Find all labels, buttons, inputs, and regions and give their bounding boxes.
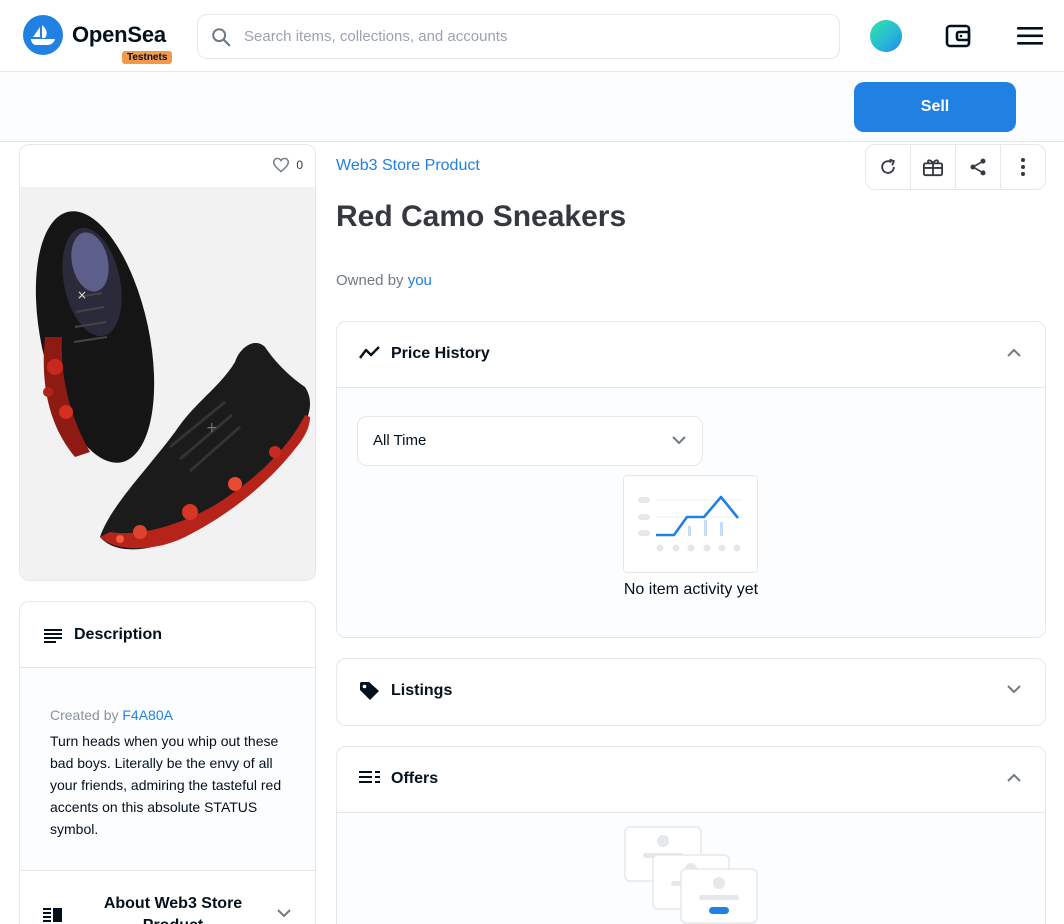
- created-by: Created by F4A80A: [50, 704, 285, 726]
- creator-link[interactable]: F4A80A: [122, 707, 173, 723]
- trending-icon: [359, 346, 380, 359]
- offers-panel: Offers: [336, 746, 1046, 924]
- gift-icon: [923, 159, 943, 177]
- chevron-up-icon: [1007, 348, 1021, 357]
- collection-info-icon: [43, 908, 62, 922]
- listings-header[interactable]: Listings: [337, 659, 1045, 724]
- sneakers-image: × +: [35, 211, 310, 550]
- more-options-button[interactable]: [1001, 145, 1045, 189]
- sell-button[interactable]: Sell: [854, 82, 1016, 132]
- item-actions: [865, 144, 1046, 190]
- boat-icon: [31, 25, 55, 45]
- description-title: Description: [74, 626, 163, 643]
- search-bar[interactable]: [197, 14, 840, 59]
- opensea-logo[interactable]: [23, 15, 63, 55]
- logo-text[interactable]: OpenSea: [72, 22, 166, 48]
- svg-text:+: +: [206, 420, 218, 436]
- description-panel: Description Created by F4A80A Turn heads…: [19, 601, 316, 924]
- search-input[interactable]: [244, 15, 824, 58]
- price-history-panel: Price History All Time No item activity …: [336, 321, 1046, 638]
- owned-by-label: Owned by: [336, 272, 404, 289]
- transfer-button[interactable]: [911, 145, 956, 189]
- empty-chart-illustration: [623, 475, 758, 573]
- time-range-select[interactable]: All Time: [357, 416, 703, 466]
- more-vertical-icon: [1021, 158, 1025, 176]
- offers-title: Offers: [391, 770, 439, 787]
- owner-link[interactable]: you: [408, 272, 432, 289]
- favorite-count: 0: [296, 158, 303, 172]
- favorite-control[interactable]: 0: [272, 157, 303, 173]
- created-by-label: Created by: [50, 707, 119, 723]
- offers-header[interactable]: Offers: [337, 747, 1045, 812]
- refresh-metadata-button[interactable]: [866, 145, 911, 189]
- no-activity-text: No item activity yet: [623, 581, 759, 598]
- image-card-header: 0: [20, 145, 315, 187]
- list-icon: [359, 771, 380, 783]
- empty-offers-illustration: [624, 826, 758, 924]
- hamburger-menu-icon[interactable]: [1017, 25, 1043, 47]
- about-collection-header[interactable]: About Web3 Store Product: [20, 870, 315, 924]
- description-header[interactable]: Description: [20, 602, 315, 668]
- offers-body: [337, 812, 1045, 924]
- item-image-card: 0 × +: [19, 144, 316, 581]
- price-history-header[interactable]: Price History: [337, 322, 1045, 387]
- share-button[interactable]: [956, 145, 1001, 189]
- price-history-title: Price History: [391, 345, 490, 362]
- testnets-badge: Testnets: [122, 51, 173, 64]
- collection-link[interactable]: Web3 Store Product: [336, 157, 480, 175]
- heart-icon[interactable]: [272, 157, 290, 173]
- profile-avatar[interactable]: [870, 20, 902, 52]
- chevron-down-icon: [277, 909, 291, 918]
- owned-by: Owned by you: [336, 272, 432, 289]
- owner-action-bar: Sell: [0, 72, 1064, 142]
- listings-title: Listings: [391, 682, 453, 699]
- tag-icon: [360, 682, 379, 700]
- wallet-icon[interactable]: [944, 22, 972, 50]
- chevron-down-icon: [672, 436, 686, 445]
- time-range-value: All Time: [373, 432, 427, 449]
- search-icon: [212, 28, 231, 47]
- description-body: Created by F4A80A Turn heads when you wh…: [20, 668, 315, 870]
- description-text: Turn heads when you whip out these bad b…: [50, 733, 282, 837]
- price-history-body: All Time No item activity yet: [337, 387, 1045, 637]
- listings-panel[interactable]: Listings: [336, 658, 1046, 726]
- share-icon: [970, 158, 986, 176]
- chevron-up-icon: [1007, 773, 1021, 782]
- item-image[interactable]: × +: [20, 187, 315, 580]
- item-title: Red Camo Sneakers: [336, 200, 627, 233]
- lines-icon: [44, 629, 62, 643]
- svg-text:×: ×: [77, 288, 87, 302]
- refresh-icon: [881, 158, 896, 174]
- about-collection-title: About Web3 Store Product: [103, 895, 243, 924]
- chevron-down-icon: [1007, 685, 1021, 694]
- chart-placeholder-icon: [638, 495, 742, 552]
- top-navbar: OpenSea Testnets: [0, 0, 1064, 72]
